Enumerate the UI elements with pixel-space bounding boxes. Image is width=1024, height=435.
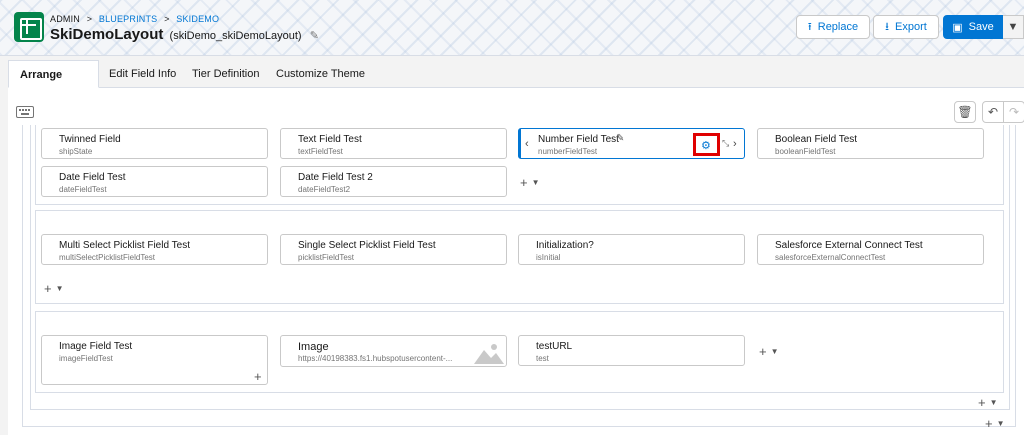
field-api-name: textFieldTest [298, 147, 343, 156]
redo-button[interactable]: ↷ [1003, 101, 1024, 123]
field-card[interactable]: Initialization? isInitial [518, 234, 745, 265]
field-card[interactable]: Salesforce External Connect Test salesfo… [757, 234, 984, 265]
layout-app-icon [14, 12, 44, 42]
layout-title: SkiDemoLayout [50, 26, 164, 43]
field-api-name: salesforceExternalConnectTest [775, 253, 886, 262]
breadcrumb-skidemo[interactable]: SKIDEMO [176, 14, 219, 24]
edit-title-pencil-icon[interactable]: ✎ [310, 29, 319, 42]
tab-bar: Arrange Layout Edit Field Info Tier Defi… [8, 60, 1024, 109]
field-card[interactable]: Boolean Field Test booleanFieldTest [757, 128, 984, 159]
plus-icon[interactable]: + [978, 395, 986, 410]
undo-button[interactable]: ↶ [982, 101, 1004, 123]
field-label: Image [298, 341, 329, 353]
field-label: Multi Select Picklist Field Test [59, 240, 190, 251]
add-field-control[interactable]: + ▼ [520, 176, 540, 189]
add-container-control[interactable]: + ▼ [985, 417, 1005, 430]
chevron-down-icon: ▼ [1007, 21, 1019, 33]
chevron-down-icon[interactable]: ▼ [56, 284, 64, 293]
replace-button-label: Replace [817, 21, 859, 33]
image-placeholder-icon [474, 344, 504, 364]
chevron-down-icon[interactable]: ▼ [532, 178, 540, 187]
field-card[interactable]: Multi Select Picklist Field Test multiSe… [41, 234, 268, 265]
field-card[interactable]: Image https://40198383.fs1.hubspotuserco… [280, 335, 507, 367]
move-right-chevron-icon[interactable]: › [733, 138, 737, 150]
field-api-name: isInitial [536, 253, 561, 262]
field-api-name: dateFieldTest2 [298, 185, 351, 194]
redo-icon: ↷ [1008, 105, 1020, 119]
field-card[interactable]: Date Field Test 2 dateFieldTest2 [280, 166, 507, 197]
field-card[interactable]: Twinned Field shipState [41, 128, 268, 159]
export-button-label: Export [895, 21, 927, 33]
chevron-down-icon[interactable]: ▼ [771, 347, 779, 356]
breadcrumb-separator: > [86, 14, 93, 24]
field-label: Twinned Field [59, 134, 121, 145]
field-card[interactable]: Image Field Test imageFieldTest [41, 335, 268, 385]
field-label: Date Field Test 2 [298, 172, 373, 183]
chevron-down-icon[interactable]: ▼ [990, 398, 998, 407]
field-api-name: booleanFieldTest [775, 147, 836, 156]
tab-edit-field-info[interactable]: Edit Field Info [109, 60, 176, 88]
page-title: SkiDemoLayout (skiDemo_skiDemoLayout) ✎ [50, 26, 319, 43]
field-api-name: shipState [59, 147, 93, 156]
add-field-control[interactable]: + ▼ [44, 282, 64, 295]
plus-icon[interactable]: + [44, 281, 52, 296]
tab-tier-definition[interactable]: Tier Definition [192, 60, 259, 88]
chevron-down-icon[interactable]: ▼ [997, 419, 1005, 428]
field-label: Initialization? [536, 240, 594, 251]
trash-icon: 🗑 [957, 105, 973, 119]
download-icon: ⭳ [885, 20, 890, 33]
field-label: testURL [536, 341, 573, 352]
field-api-name: numberFieldTest [538, 147, 598, 156]
undo-icon: ↶ [987, 105, 999, 119]
breadcrumb-admin[interactable]: ADMIN [50, 14, 80, 24]
field-label: Image Field Test [59, 341, 133, 352]
field-api-name: https://40198383.fs1.hubspotusercontent-… [298, 354, 453, 363]
plus-icon[interactable]: + [985, 416, 993, 431]
field-card[interactable]: Date Field Test dateFieldTest [41, 166, 268, 197]
field-api-name: dateFieldTest [59, 185, 107, 194]
breadcrumb-separator: > [164, 14, 170, 24]
breadcrumb-blueprints[interactable]: BLUEPRINTS [99, 14, 158, 24]
tab-customize-theme[interactable]: Customize Theme [276, 60, 365, 88]
resize-handle-icon[interactable]: ⤡ [722, 138, 729, 149]
save-menu-button[interactable]: ▼ [1003, 15, 1024, 39]
export-button[interactable]: ⭳ Export [873, 15, 939, 39]
field-card[interactable]: Text Field Test textFieldTest [280, 128, 507, 159]
breadcrumb: ADMIN > BLUEPRINTS > SKIDEMO [50, 14, 223, 24]
move-left-chevron-icon[interactable]: ‹ [525, 138, 529, 150]
upload-icon: ⭱ [807, 20, 812, 33]
field-api-name: picklistFieldTest [298, 253, 355, 262]
replace-button[interactable]: ⭱ Replace [796, 15, 870, 39]
add-field-control[interactable]: + ▼ [759, 345, 779, 358]
delete-button[interactable]: 🗑 [954, 101, 976, 123]
field-card[interactable]: testURL test [518, 335, 745, 366]
field-label: Boolean Field Test [775, 134, 858, 145]
field-api-name: multiSelectPicklistFieldTest [59, 253, 156, 262]
page-header: ADMIN > BLUEPRINTS > SKIDEMO SkiDemoLayo… [0, 0, 1024, 56]
field-api-name: imageFieldTest [59, 354, 113, 363]
layout-api-name: (skiDemo_skiDemoLayout) [169, 30, 302, 42]
plus-icon[interactable]: + [520, 175, 528, 190]
field-api-name: test [536, 354, 549, 363]
edit-field-pencil-icon[interactable]: ✎ [616, 133, 624, 144]
plus-icon[interactable]: + [759, 344, 767, 359]
field-label: Salesforce External Connect Test [775, 240, 923, 251]
field-label: Date Field Test [59, 172, 126, 183]
save-button-label: Save [968, 21, 994, 33]
add-field-plus-icon[interactable]: + [254, 369, 262, 384]
keyboard-icon[interactable] [16, 106, 34, 118]
field-card[interactable]: Single Select Picklist Field Test pickli… [280, 234, 507, 265]
save-button[interactable]: ▣ Save [943, 15, 1003, 39]
save-icon: ▣ [952, 21, 963, 34]
add-section-control[interactable]: + ▼ [978, 396, 998, 409]
field-label: Text Field Test [298, 134, 362, 145]
field-label: Single Select Picklist Field Test [298, 240, 436, 251]
tab-arrange-layout[interactable]: Arrange Layout [8, 60, 99, 109]
highlight-box [693, 133, 720, 156]
field-label: Number Field Test [538, 134, 619, 145]
